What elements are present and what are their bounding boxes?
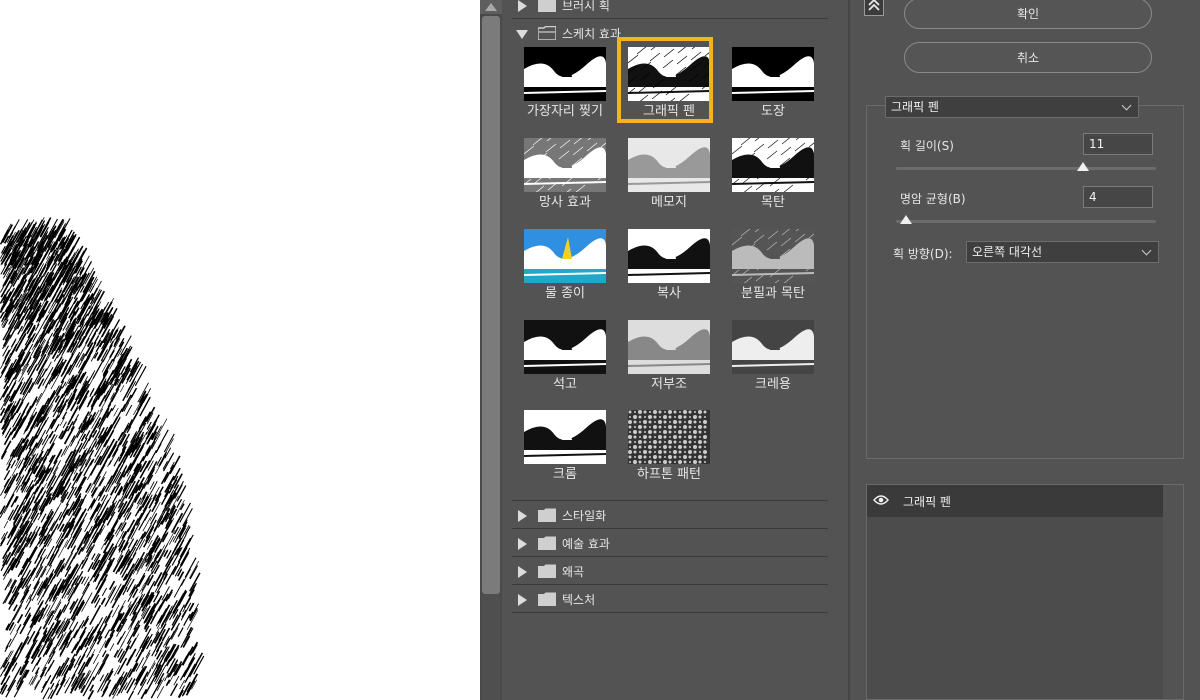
filter-thumbnail[interactable]: 크롬 <box>512 403 612 489</box>
chevron-down-icon <box>1121 100 1132 111</box>
effect-layers-panel: 그래픽 펜 <box>866 484 1184 700</box>
filter-thumbnail-image <box>732 138 814 192</box>
collapse-arrow-icon[interactable] <box>516 30 528 39</box>
stroke-length-label: 획 길이(S) <box>900 139 954 153</box>
folder-icon <box>538 508 556 522</box>
stroke-direction-value: 오른쪽 대각선 <box>972 245 1043 259</box>
filter-thumbnail-label: 목탄 <box>761 195 785 210</box>
folder-open-icon <box>538 26 556 40</box>
effect-layer-name: 그래픽 펜 <box>903 495 951 509</box>
filter-thumbnail-image <box>524 47 606 101</box>
selection-outline <box>617 37 713 123</box>
filter-thumbnail-image <box>732 47 814 101</box>
filter-thumbnail-label: 복사 <box>657 286 681 301</box>
layers-scrollbar[interactable] <box>1163 485 1183 699</box>
filter-select[interactable]: 그래픽 펜 <box>885 96 1139 118</box>
filter-thumbnail[interactable]: 망사 효과 <box>512 131 612 217</box>
filter-thumbnail-image <box>628 320 710 374</box>
filter-select-value: 그래픽 펜 <box>891 100 939 114</box>
filter-options-panel: 그래픽 펜 획 길이(S) 11 명암 균형(B) 4 획 방향(D): 오른쪽… <box>866 96 1184 459</box>
eye-icon[interactable] <box>873 494 889 506</box>
folder-artistic[interactable]: 예술 효과 <box>512 529 828 556</box>
folder-label: 텍스처 <box>562 593 596 607</box>
filter-thumbnail-label: 분필과 목탄 <box>741 286 805 301</box>
filter-thumbnail[interactable]: 복사 <box>616 222 716 308</box>
filter-thumbnail-image <box>524 320 606 374</box>
folder-icon <box>538 564 556 578</box>
folder-texture[interactable]: 텍스처 <box>512 585 828 612</box>
filter-thumbnail-label: 저부조 <box>651 377 687 392</box>
divider <box>512 612 828 613</box>
folder-label: 왜곡 <box>562 565 585 579</box>
expand-arrow-icon[interactable] <box>518 566 527 578</box>
chevron-down-icon <box>1141 245 1152 256</box>
filter-thumbnail-label: 크레용 <box>755 377 791 392</box>
balance-label: 명암 균형(B) <box>900 192 966 206</box>
filter-thumbnail[interactable]: 석고 <box>512 313 612 399</box>
cancel-button[interactable]: 취소 <box>904 42 1152 73</box>
folder-distort[interactable]: 왜곡 <box>512 557 828 584</box>
filter-thumbnail[interactable]: 가장자리 찢기 <box>512 40 612 126</box>
balance-slider[interactable] <box>896 215 1156 224</box>
slider-handle[interactable] <box>1077 162 1090 171</box>
filter-thumbnail-image <box>524 138 606 192</box>
filter-thumbnail[interactable]: 물 종이 <box>512 222 612 308</box>
filter-thumbnail-label: 석고 <box>553 377 577 392</box>
stroke-direction-select[interactable]: 오른쪽 대각선 <box>966 241 1159 263</box>
expand-arrow-icon[interactable] <box>518 594 527 606</box>
stroke-direction-label: 획 방향(D): <box>893 247 953 261</box>
filter-thumbnail-label: 망사 효과 <box>539 195 591 210</box>
filter-thumbnail[interactable]: 크레용 <box>720 313 820 399</box>
gallery-scrollbar[interactable] <box>480 0 502 700</box>
expand-arrow-icon[interactable] <box>518 0 527 12</box>
expand-arrow-icon[interactable] <box>518 538 527 550</box>
expand-arrow-icon[interactable] <box>518 510 527 522</box>
filter-thumbnail-image <box>628 410 710 464</box>
folder-brush-strokes[interactable]: 브러시 획 <box>512 0 828 18</box>
folder-icon <box>538 592 556 606</box>
filter-thumbnail-label: 물 종이 <box>544 286 585 301</box>
filter-thumbnail-label: 크롬 <box>553 467 577 482</box>
filter-thumbnail-image <box>524 410 606 464</box>
filter-thumbnail-label: 메모지 <box>651 195 687 210</box>
filter-thumbnail-image <box>628 229 710 283</box>
folder-icon <box>538 536 556 550</box>
filter-thumbnail[interactable]: 메모지 <box>616 131 716 217</box>
filter-thumbnail-label: 하프톤 패턴 <box>637 467 701 482</box>
balance-input[interactable]: 4 <box>1083 186 1153 208</box>
scroll-up-arrow-icon[interactable] <box>480 0 502 14</box>
scrollbar-track[interactable] <box>482 594 500 700</box>
folder-stylize[interactable]: 스타일화 <box>512 501 828 528</box>
stroke-length-slider[interactable] <box>896 162 1156 171</box>
folder-icon <box>538 0 556 12</box>
stroke-length-input[interactable]: 11 <box>1083 133 1153 155</box>
slider-handle[interactable] <box>900 215 913 224</box>
settings-panel: 확인 취소 그래픽 펜 획 길이(S) 11 명암 균형(B) 4 획 방향(D… <box>850 0 1200 700</box>
filter-thumbnail[interactable]: 분필과 목탄 <box>720 222 820 308</box>
filter-thumbnail-image <box>628 138 710 192</box>
filter-thumbnail[interactable]: 저부조 <box>616 313 716 399</box>
folder-label: 예술 효과 <box>562 537 610 551</box>
scrollbar-thumb[interactable] <box>482 16 500 594</box>
collapse-gallery-button[interactable] <box>864 0 884 16</box>
filter-thumbnail[interactable]: 도장 <box>720 40 820 126</box>
filter-thumbnail-label: 도장 <box>761 104 785 119</box>
filter-preview-canvas[interactable] <box>0 0 480 700</box>
filter-thumbnail[interactable]: 그래픽 펜 <box>616 37 716 126</box>
filter-thumbnail-image <box>732 320 814 374</box>
graphic-pen-preview-image <box>0 217 205 700</box>
folder-label: 브러시 획 <box>562 0 610 13</box>
double-chevron-up-icon <box>868 0 880 11</box>
filter-thumbnail-label: 가장자리 찢기 <box>527 104 603 119</box>
filter-thumbnail[interactable]: 목탄 <box>720 131 820 217</box>
filter-thumbnail[interactable]: 하프톤 패턴 <box>616 403 716 489</box>
effect-layer-row[interactable]: 그래픽 펜 <box>867 485 1163 517</box>
filter-thumbnail-image <box>732 229 814 283</box>
filter-thumbnail-image <box>524 229 606 283</box>
ok-button[interactable]: 확인 <box>904 0 1152 29</box>
folder-label: 스타일화 <box>562 509 607 523</box>
filter-gallery: 브러시 획 스케치 효과 스타일화 예술 효과 왜곡 텍스처 가장자리 찢기 그래… <box>502 0 848 700</box>
